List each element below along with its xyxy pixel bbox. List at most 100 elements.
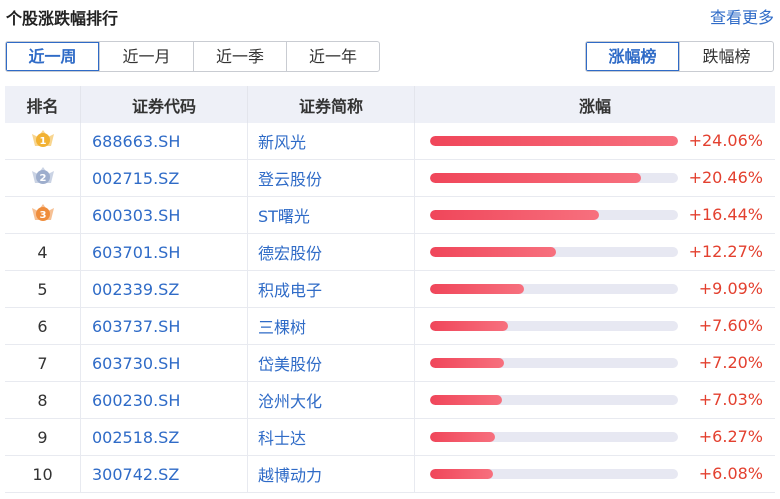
- stock-code-link[interactable]: 300742.SZ: [80, 455, 248, 493]
- stock-name-link[interactable]: 积成电子: [247, 270, 415, 308]
- table-row[interactable]: 2 002715.SZ 登云股份 +20.46%: [5, 159, 775, 197]
- change-bar-fill: [430, 136, 678, 146]
- table-header-row: 排名 证券代码 证券简称 涨幅: [5, 86, 775, 123]
- change-bar-track: [430, 358, 678, 368]
- stock-name-link[interactable]: 越博动力: [247, 455, 415, 493]
- table-row[interactable]: 7 603730.SH 岱美股份 +7.20%: [5, 344, 775, 382]
- change-cell: +6.27%: [414, 418, 775, 456]
- table-row[interactable]: 1 688663.SH 新风光 +24.06%: [5, 123, 775, 160]
- stock-name-link[interactable]: 德宏股份: [247, 233, 415, 271]
- stock-name-link[interactable]: 新风光: [247, 123, 415, 160]
- change-cell: +16.44%: [414, 196, 775, 234]
- stock-name-link[interactable]: 岱美股份: [247, 344, 415, 382]
- rank-cell: 1: [5, 123, 81, 160]
- rank-tabs: 涨幅榜 跌幅榜: [585, 41, 774, 72]
- change-bar-fill: [430, 432, 495, 442]
- change-bar-track: [430, 432, 678, 442]
- rank-cell: 8: [5, 381, 81, 419]
- tab-one-quarter[interactable]: 近一季: [193, 42, 286, 71]
- stock-name-link[interactable]: 沧州大化: [247, 381, 415, 419]
- tab-one-month[interactable]: 近一月: [99, 42, 193, 71]
- rank-cell: 2: [5, 159, 81, 197]
- table-row[interactable]: 10 300742.SZ 越博动力 +6.08%: [5, 455, 775, 493]
- header-code[interactable]: 证券代码: [80, 86, 248, 123]
- change-percent: +7.03%: [698, 390, 763, 409]
- change-cell: +6.08%: [414, 455, 775, 493]
- change-cell: +24.06%: [414, 123, 775, 160]
- stock-name-link[interactable]: 科士达: [247, 418, 415, 456]
- change-bar-fill: [430, 395, 503, 405]
- stock-code-link[interactable]: 688663.SH: [80, 123, 248, 160]
- stock-code-link[interactable]: 600303.SH: [80, 196, 248, 234]
- change-bar-track: [430, 469, 678, 479]
- change-bar-track: [430, 284, 678, 294]
- table-row[interactable]: 3 600303.SH ST曙光 +16.44%: [5, 196, 775, 234]
- change-bar-fill: [430, 358, 505, 368]
- change-cell: +7.20%: [414, 344, 775, 382]
- stock-code-link[interactable]: 002339.SZ: [80, 270, 248, 308]
- header-name[interactable]: 证券简称: [247, 86, 415, 123]
- change-cell: +7.03%: [414, 381, 775, 419]
- change-percent: +9.09%: [698, 279, 763, 298]
- table-row[interactable]: 5 002339.SZ 积成电子 +9.09%: [5, 270, 775, 308]
- medal-rank-number: 2: [39, 173, 46, 184]
- change-bar-track: [430, 395, 678, 405]
- stock-code-link[interactable]: 002715.SZ: [80, 159, 248, 197]
- rank-cell: 4: [5, 233, 81, 271]
- stock-code-link[interactable]: 002518.SZ: [80, 418, 248, 456]
- change-bar-fill: [430, 284, 524, 294]
- change-bar-fill: [430, 469, 493, 479]
- tab-gainers[interactable]: 涨幅榜: [586, 42, 679, 71]
- rank-cell: 6: [5, 307, 81, 345]
- gold-medal-icon: 1: [30, 128, 56, 154]
- change-cell: +7.60%: [414, 307, 775, 345]
- period-tabs: 近一周 近一月 近一季 近一年: [5, 41, 380, 72]
- change-cell: +20.46%: [414, 159, 775, 197]
- table-body: 1 688663.SH 新风光 +24.06% 2 002715.SZ 登云股份 +20.46…: [5, 123, 775, 493]
- change-cell: +12.27%: [414, 233, 775, 271]
- tab-losers[interactable]: 跌幅榜: [679, 42, 773, 71]
- stock-code-link[interactable]: 603701.SH: [80, 233, 248, 271]
- rank-cell: 7: [5, 344, 81, 382]
- change-bar-fill: [430, 173, 641, 183]
- change-percent: +12.27%: [688, 242, 763, 261]
- tab-one-week[interactable]: 近一周: [6, 42, 99, 71]
- change-percent: +7.60%: [698, 316, 763, 335]
- table-row[interactable]: 4 603701.SH 德宏股份 +12.27%: [5, 233, 775, 271]
- change-bar-fill: [430, 247, 557, 257]
- change-percent: +7.20%: [698, 353, 763, 372]
- header-change[interactable]: 涨幅: [414, 86, 775, 123]
- bronze-medal-icon: 3: [30, 202, 56, 228]
- panel-header: 个股涨跌幅排行 查看更多: [0, 0, 780, 34]
- change-bar-fill: [430, 321, 509, 331]
- silver-medal-icon: 2: [30, 165, 56, 191]
- stock-code-link[interactable]: 600230.SH: [80, 381, 248, 419]
- rank-cell: 10: [5, 455, 81, 493]
- stock-name-link[interactable]: 三棵树: [247, 307, 415, 345]
- table-row[interactable]: 8 600230.SH 沧州大化 +7.03%: [5, 381, 775, 419]
- rank-cell: 3: [5, 196, 81, 234]
- view-more-link[interactable]: 查看更多: [710, 4, 774, 28]
- table-row[interactable]: 9 002518.SZ 科士达 +6.27%: [5, 418, 775, 456]
- change-bar-track: [430, 321, 678, 331]
- change-bar-track: [430, 247, 678, 257]
- change-cell: +9.09%: [414, 270, 775, 308]
- change-percent: +6.27%: [698, 427, 763, 446]
- medal-rank-number: 1: [39, 136, 46, 147]
- stock-code-link[interactable]: 603737.SH: [80, 307, 248, 345]
- ranking-table: 排名 证券代码 证券简称 涨幅 1 688663.SH 新风光 +24.06% 2 002…: [5, 86, 775, 493]
- change-bar-track: [430, 210, 678, 220]
- stock-name-link[interactable]: ST曙光: [247, 196, 415, 234]
- stock-name-link[interactable]: 登云股份: [247, 159, 415, 197]
- change-percent: +16.44%: [688, 205, 763, 224]
- rank-cell: 5: [5, 270, 81, 308]
- table-row[interactable]: 6 603737.SH 三棵树 +7.60%: [5, 307, 775, 345]
- change-bar-track: [430, 136, 678, 146]
- stock-code-link[interactable]: 603730.SH: [80, 344, 248, 382]
- tab-one-year[interactable]: 近一年: [286, 42, 379, 71]
- header-rank[interactable]: 排名: [5, 86, 81, 123]
- rank-cell: 9: [5, 418, 81, 456]
- medal-rank-number: 3: [39, 210, 46, 221]
- panel-title: 个股涨跌幅排行: [6, 9, 119, 28]
- change-percent: +6.08%: [698, 464, 763, 483]
